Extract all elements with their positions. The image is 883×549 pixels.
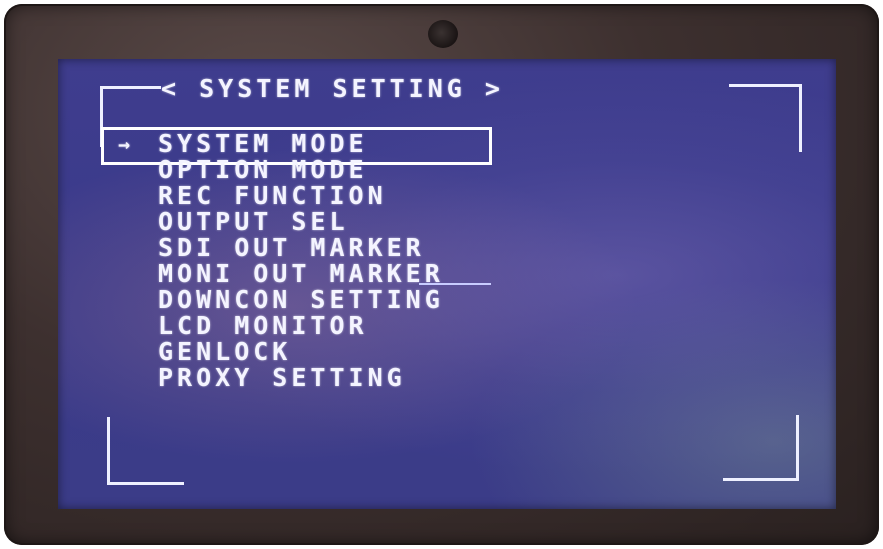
lcd-screen: < SYSTEM SETTING > → SYSTEM MODE OPTION … [58,59,836,509]
menu-item-label: MONI OUT MARKER [158,259,444,288]
menu-item-moni-out-marker[interactable]: MONI OUT MARKER [158,261,444,287]
frame-corner-bottom-right [723,415,799,481]
menu-item-option-mode[interactable]: OPTION MODE [158,157,444,183]
menu-item-system-mode[interactable]: → SYSTEM MODE [118,129,444,158]
menu-item-downcon-setting[interactable]: DOWNCON SETTING [158,287,444,313]
menu-item-label: OUTPUT SEL [158,207,349,236]
frame-corner-top-right [729,84,802,152]
menu-item-label: LCD MONITOR [158,311,368,340]
menu-item-label: OPTION MODE [158,155,368,184]
menu-item-label: GENLOCK [158,337,292,366]
menu-item-sdi-out-marker[interactable]: SDI OUT MARKER [158,235,444,261]
menu-item-lcd-monitor[interactable]: LCD MONITOR [158,313,444,339]
menu-item-label: DOWNCON SETTING [158,285,444,314]
camera-lens-icon [428,20,458,48]
menu-item-label: SYSTEM MODE [158,129,368,158]
menu-item-label: SDI OUT MARKER [158,233,425,262]
menu-item-output-sel[interactable]: OUTPUT SEL [158,209,444,235]
menu-item-label: PROXY SETTING [158,363,406,392]
camera-body: < SYSTEM SETTING > → SYSTEM MODE OPTION … [4,4,879,545]
settings-menu: → SYSTEM MODE OPTION MODE REC FUNCTION O… [118,129,444,391]
frame-corner-bottom-left [107,417,184,485]
menu-item-rec-function[interactable]: REC FUNCTION [158,183,444,209]
screen-artifact-line [419,283,491,285]
menu-item-label: REC FUNCTION [158,181,387,210]
menu-item-genlock[interactable]: GENLOCK [158,339,444,365]
menu-title: < SYSTEM SETTING > [161,74,504,103]
menu-item-proxy-setting[interactable]: PROXY SETTING [158,365,444,391]
cursor-arrow-icon: → [118,132,135,156]
